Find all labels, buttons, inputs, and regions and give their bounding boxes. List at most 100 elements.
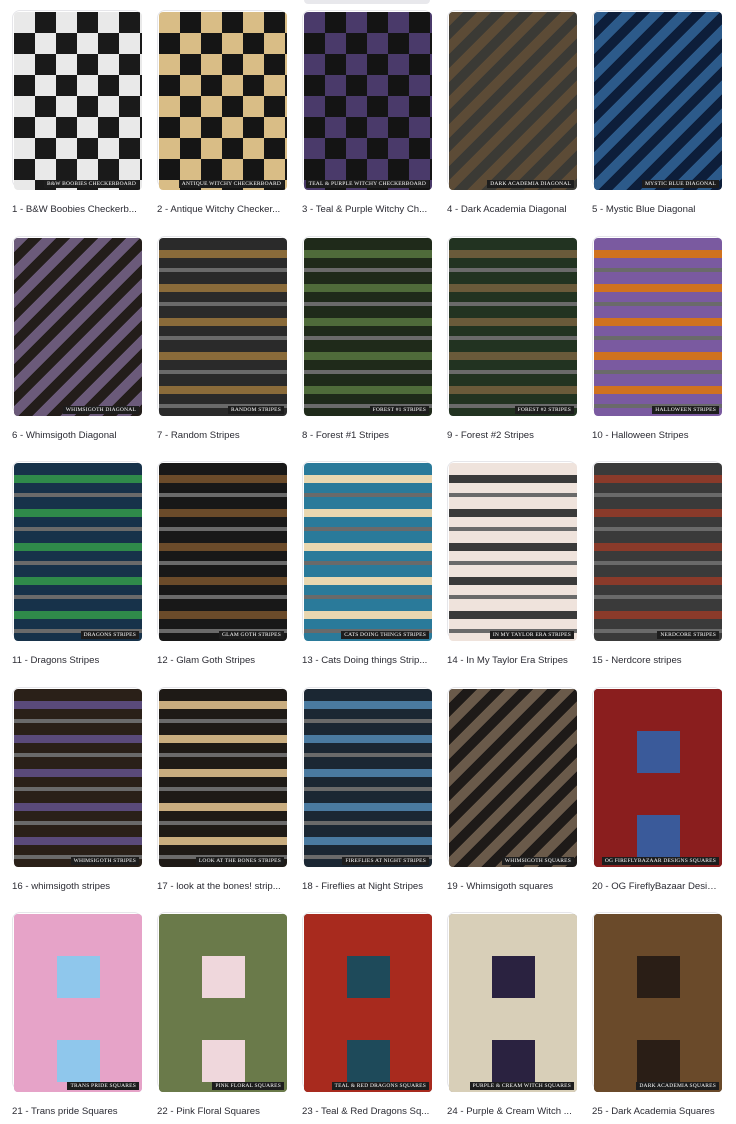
design-card[interactable]: Cats Doing Things Stripes [302, 461, 432, 641]
design-caption[interactable]: 20 - OG FireflyBazaar Desig... [592, 881, 720, 892]
design-card[interactable]: Dark Academia Squares [592, 912, 722, 1092]
design-caption[interactable]: 17 - look at the bones! strip... [157, 881, 285, 892]
design-thumbnail[interactable]: Halloween Stripes [594, 238, 722, 416]
design-thumbnail[interactable]: Random Stripes [159, 238, 287, 416]
design-caption[interactable]: 9 - Forest #2 Stripes [447, 430, 575, 441]
pattern-preview [14, 689, 142, 867]
pattern-preview [594, 914, 722, 1092]
design-thumbnail[interactable]: Dragons Stripes [14, 463, 142, 641]
thumbnail-label: Halloween Stripes [652, 406, 719, 414]
pattern-preview [449, 238, 577, 416]
design-thumbnail[interactable]: OG FireflyBazaar Designs Squares [594, 689, 722, 867]
design-thumbnail[interactable]: In My Taylor Era Stripes [449, 463, 577, 641]
design-caption[interactable]: 4 - Dark Academia Diagonal [447, 204, 575, 215]
thumbnail-label: Teal & Red Dragons Squares [331, 1082, 429, 1090]
design-thumbnail[interactable]: Teal & Red Dragons Squares [304, 914, 432, 1092]
design-caption[interactable]: 25 - Dark Academia Squares [592, 1106, 720, 1117]
pattern-preview [304, 12, 432, 190]
design-thumbnail[interactable]: Fireflies at Night Stripes [304, 689, 432, 867]
pattern-preview [304, 463, 432, 641]
design-thumbnail[interactable]: Whimsigoth Stripes [14, 689, 142, 867]
design-thumbnail[interactable]: Forest #2 Stripes [449, 238, 577, 416]
design-caption[interactable]: 5 - Mystic Blue Diagonal [592, 204, 720, 215]
design-card[interactable]: Glam Goth Stripes [157, 461, 287, 641]
design-caption[interactable]: 14 - In My Taylor Era Stripes [447, 655, 575, 666]
design-thumbnail[interactable]: Dark Academia Squares [594, 914, 722, 1092]
design-caption[interactable]: 15 - Nerdcore stripes [592, 655, 720, 666]
design-card[interactable]: Look at the Bones Stripes [157, 687, 287, 867]
design-thumbnail[interactable]: Forest #1 Stripes [304, 238, 432, 416]
pattern-preview [449, 12, 577, 190]
thumbnail-label: Antique Witchy Checkerboard [178, 180, 284, 188]
design-caption[interactable]: 7 - Random Stripes [157, 430, 285, 441]
design-caption[interactable]: 13 - Cats Doing things Strip... [302, 655, 430, 666]
design-card[interactable]: Dragons Stripes [12, 461, 142, 641]
design-card[interactable]: Whimsigoth Squares [447, 687, 577, 867]
design-thumbnail[interactable]: Teal & Purple Witchy Checkerboard [304, 12, 432, 190]
design-thumbnail[interactable]: Purple & Cream Witch Squares [449, 914, 577, 1092]
design-thumbnail[interactable]: Whimsigoth Squares [449, 689, 577, 867]
design-card[interactable]: Teal & Red Dragons Squares [302, 912, 432, 1092]
design-card[interactable]: In My Taylor Era Stripes [447, 461, 577, 641]
design-caption[interactable]: 24 - Purple & Cream Witch ... [447, 1106, 575, 1117]
design-card[interactable]: Dark Academia Diagonal [447, 10, 577, 190]
thumbnail-label: Whimsigoth Stripes [70, 857, 139, 865]
design-card[interactable]: Trans Pride Squares [12, 912, 142, 1092]
thumbnail-label: Mystic Blue Diagonal [642, 180, 719, 188]
thumbnail-label: Teal & Purple Witchy Checkerboard [305, 180, 429, 188]
design-card[interactable]: OG FireflyBazaar Designs Squares [592, 687, 722, 867]
design-card[interactable]: Pink Floral Squares [157, 912, 287, 1092]
design-thumbnail[interactable]: Mystic Blue Diagonal [594, 12, 722, 190]
design-caption[interactable]: 18 - Fireflies at Night Stripes [302, 881, 430, 892]
design-caption[interactable]: 19 - Whimsigoth squares [447, 881, 575, 892]
design-caption[interactable]: 6 - Whimsigoth Diagonal [12, 430, 140, 441]
design-grid: B&W Boobies Checkerboard 1 - B&W Boobies … [0, 0, 736, 1124]
design-caption[interactable]: 11 - Dragons Stripes [12, 655, 140, 666]
design-card[interactable]: Whimsigoth Diagonal [12, 236, 142, 416]
design-card[interactable]: Halloween Stripes [592, 236, 722, 416]
design-card[interactable]: Whimsigoth Stripes [12, 687, 142, 867]
design-thumbnail[interactable]: Nerdcore Stripes [594, 463, 722, 641]
design-thumbnail[interactable]: Cats Doing Things Stripes [304, 463, 432, 641]
design-card[interactable]: Fireflies at Night Stripes [302, 687, 432, 867]
design-thumbnail[interactable]: Antique Witchy Checkerboard [159, 12, 287, 190]
thumbnail-label: Forest #2 Stripes [514, 406, 574, 414]
design-thumbnail[interactable]: Pink Floral Squares [159, 914, 287, 1092]
design-caption[interactable]: 22 - Pink Floral Squares [157, 1106, 285, 1117]
design-card[interactable]: B&W Boobies Checkerboard [12, 10, 142, 190]
design-caption[interactable]: 3 - Teal & Purple Witchy Ch... [302, 204, 430, 215]
pattern-preview [159, 689, 287, 867]
design-thumbnail[interactable]: Whimsigoth Diagonal [14, 238, 142, 416]
design-card[interactable]: Antique Witchy Checkerboard [157, 10, 287, 190]
design-card[interactable]: Teal & Purple Witchy Checkerboard [302, 10, 432, 190]
thumbnail-label: Forest #1 Stripes [369, 406, 429, 414]
thumbnail-label: Fireflies at Night Stripes [342, 857, 429, 865]
design-card[interactable]: Random Stripes [157, 236, 287, 416]
design-card[interactable]: Forest #1 Stripes [302, 236, 432, 416]
design-thumbnail[interactable]: Glam Goth Stripes [159, 463, 287, 641]
design-thumbnail[interactable]: B&W Boobies Checkerboard [14, 12, 142, 190]
design-card[interactable]: Purple & Cream Witch Squares [447, 912, 577, 1092]
design-thumbnail[interactable]: Trans Pride Squares [14, 914, 142, 1092]
pattern-preview [594, 238, 722, 416]
design-card[interactable]: Nerdcore Stripes [592, 461, 722, 641]
design-caption[interactable]: 1 - B&W Boobies Checkerb... [12, 204, 140, 215]
thumbnail-label: Purple & Cream Witch Squares [469, 1082, 574, 1090]
thumbnail-label: Dark Academia Squares [636, 1082, 719, 1090]
thumbnail-label: Random Stripes [227, 406, 284, 414]
pattern-preview [159, 12, 287, 190]
design-caption[interactable]: 2 - Antique Witchy Checker... [157, 204, 285, 215]
design-card[interactable]: Forest #2 Stripes [447, 236, 577, 416]
design-caption[interactable]: 21 - Trans pride Squares [12, 1106, 140, 1117]
design-thumbnail[interactable]: Look at the Bones Stripes [159, 689, 287, 867]
design-caption[interactable]: 23 - Teal & Red Dragons Sq... [302, 1106, 430, 1117]
pattern-preview [14, 914, 142, 1092]
design-caption[interactable]: 16 - whimsigoth stripes [12, 881, 140, 892]
design-thumbnail[interactable]: Dark Academia Diagonal [449, 12, 577, 190]
design-card[interactable]: Mystic Blue Diagonal [592, 10, 722, 190]
pattern-preview [594, 689, 722, 867]
pattern-preview [449, 914, 577, 1092]
design-caption[interactable]: 12 - Glam Goth Stripes [157, 655, 285, 666]
design-caption[interactable]: 8 - Forest #1 Stripes [302, 430, 430, 441]
design-caption[interactable]: 10 - Halloween Stripes [592, 430, 720, 441]
